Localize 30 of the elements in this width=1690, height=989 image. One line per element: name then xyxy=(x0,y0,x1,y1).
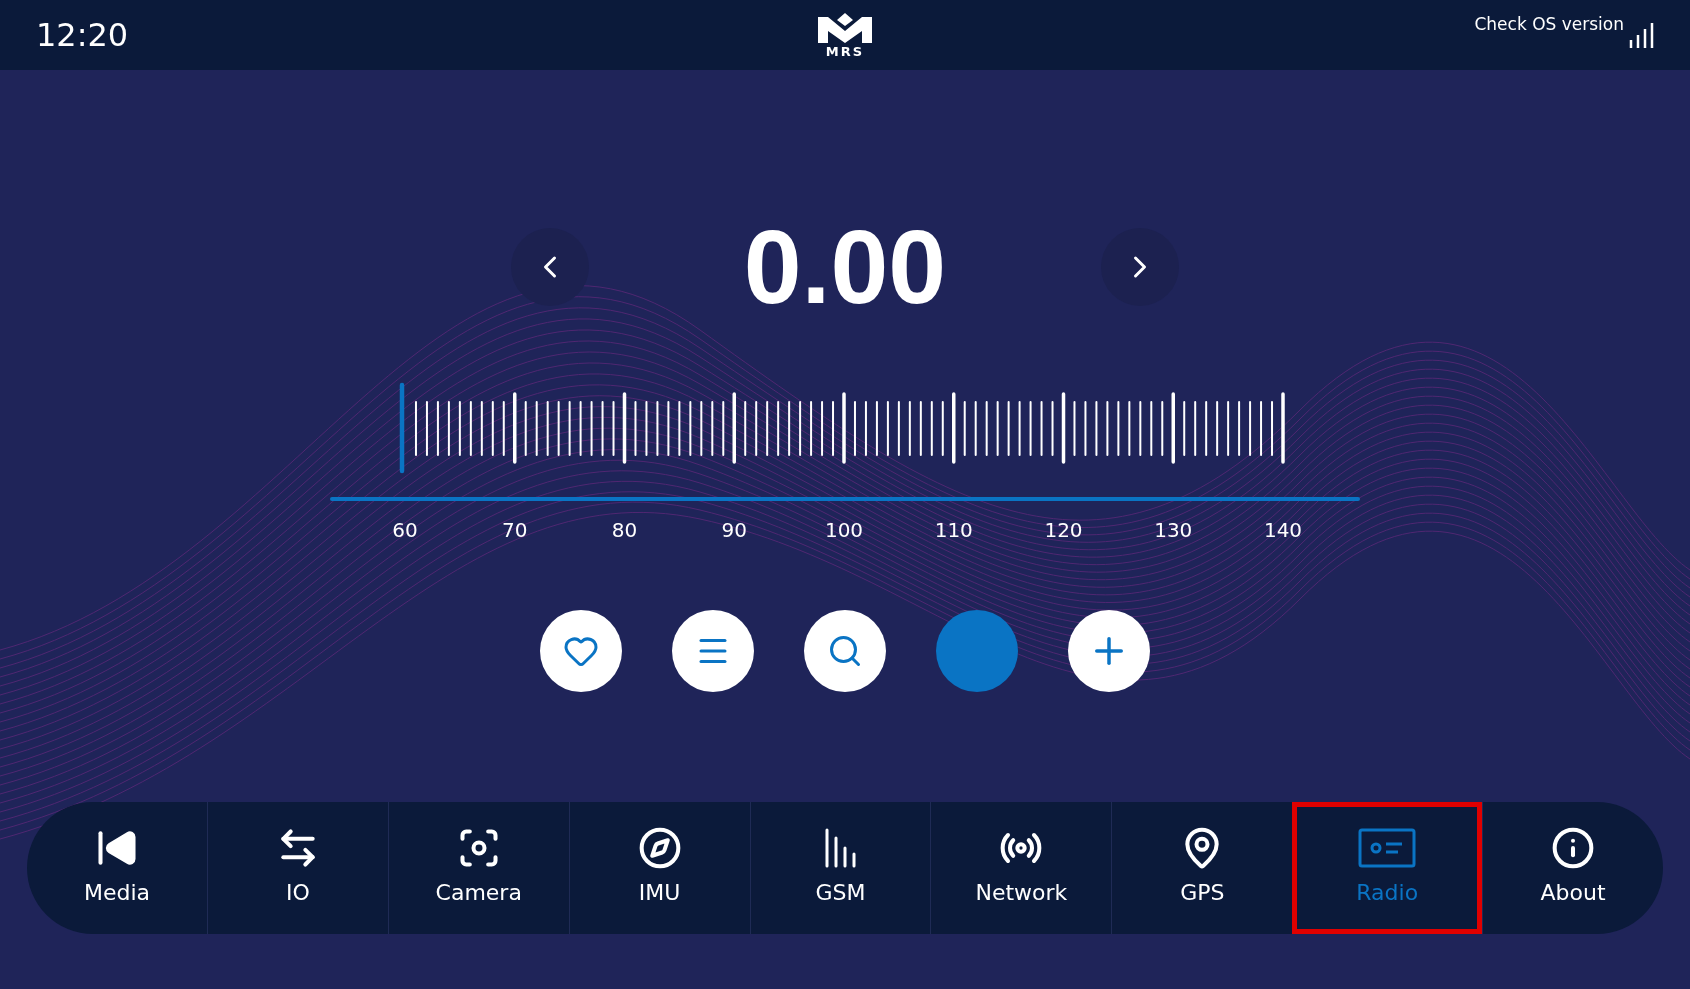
nav-tab[interactable]: Camera xyxy=(387,801,569,934)
scale-label: 130 xyxy=(1154,516,1193,544)
scale-label: 70 xyxy=(502,516,528,544)
nav-tab[interactable]: Network xyxy=(930,801,1112,934)
clock-time: 12:20 xyxy=(36,15,130,56)
scale-label: 120 xyxy=(1044,516,1083,544)
nav-tab[interactable]: IMU xyxy=(568,801,750,934)
scale-label: 90 xyxy=(721,516,747,544)
nav-tab[interactable]: GSM xyxy=(749,801,931,934)
logo-text: MRS xyxy=(825,44,865,58)
radio-card-icon xyxy=(1357,826,1418,871)
info-icon xyxy=(1551,826,1596,871)
nav-tab[interactable]: Media xyxy=(27,801,207,934)
nav-tab[interactable]: GPS xyxy=(1111,801,1293,934)
nav-tab[interactable]: IO xyxy=(206,801,388,934)
scale-label: 140 xyxy=(1263,516,1303,544)
tuner-needle[interactable] xyxy=(399,381,406,474)
add-button[interactable] xyxy=(1068,609,1150,692)
scale-label: 60 xyxy=(392,516,418,544)
compass-icon xyxy=(637,826,682,871)
signal-icon xyxy=(1628,22,1654,48)
scale-label: 100 xyxy=(824,516,864,544)
scale-label: 80 xyxy=(611,516,638,544)
record-button[interactable] xyxy=(936,609,1018,692)
nav-tab[interactable]: About xyxy=(1482,801,1663,934)
nav-tab[interactable]: Radio xyxy=(1292,801,1483,934)
scale-label: 110 xyxy=(934,516,973,544)
check-os-version-link[interactable]: Check OS version xyxy=(1474,12,1624,38)
frequency-value: 0.00 xyxy=(742,208,948,327)
logo-icon xyxy=(816,12,874,45)
